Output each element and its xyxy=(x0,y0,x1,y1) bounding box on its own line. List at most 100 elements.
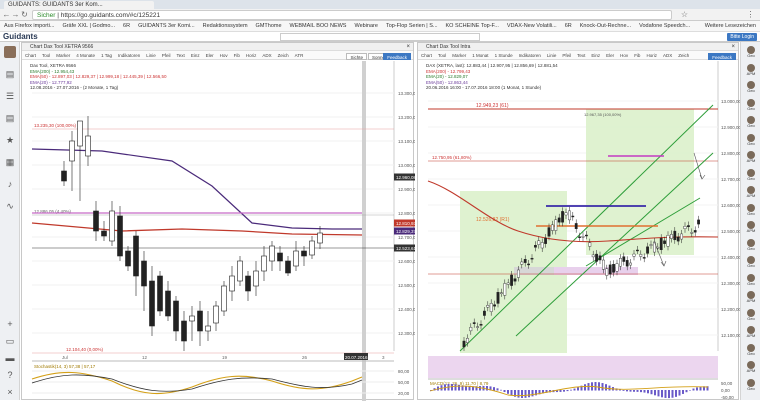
toolbar-item[interactable]: Fib xyxy=(231,51,243,59)
toolbar-item[interactable]: Zeich xyxy=(275,51,292,59)
analyst-avatar[interactable]: APM xyxy=(744,361,758,373)
toolbar-item[interactable]: Hov xyxy=(217,51,231,59)
toolbar-item[interactable]: Text xyxy=(574,51,588,59)
bookmark-item[interactable]: Redaktionssystem xyxy=(199,21,252,31)
toolbar-item[interactable]: Pfeil xyxy=(159,51,174,59)
reload-icon[interactable]: ↻ xyxy=(20,10,29,19)
analyst-avatar[interactable]: Geo xyxy=(744,133,758,146)
toolbar-item[interactable]: 1 Tag xyxy=(98,51,115,59)
toolbar-item[interactable]: Indikatoren xyxy=(516,51,544,59)
analyst-avatar[interactable]: Geo xyxy=(744,203,758,216)
bookmark-item[interactable]: Knock-Out-Rechne... xyxy=(576,21,635,31)
star-icon[interactable]: ★ xyxy=(4,134,16,146)
panel-title: Chart Dax Tool Intra xyxy=(426,44,471,50)
avatar[interactable] xyxy=(4,46,16,58)
analyst-avatar[interactable]: Geo xyxy=(744,378,758,391)
toolbar-item[interactable]: Chart xyxy=(418,51,435,59)
toolbar-item[interactable]: Marker xyxy=(53,51,73,59)
toolbar-item[interactable]: Tool xyxy=(39,51,53,59)
close-icon[interactable]: × xyxy=(4,386,16,398)
star-icon[interactable]: ☆ xyxy=(680,10,689,19)
analyst-avatar[interactable]: APM xyxy=(744,63,758,76)
bookmark-item[interactable]: Webinare xyxy=(350,21,381,31)
toolbar-item[interactable]: Zeich xyxy=(675,51,692,59)
login-button[interactable]: Bitte Login xyxy=(727,33,757,41)
close-icon[interactable]: × xyxy=(723,43,735,51)
search-input[interactable] xyxy=(280,33,480,41)
toolbar-item[interactable]: Eler xyxy=(203,51,217,59)
intraday-chart-canvas[interactable]: 13.000,00 12.900,00 12.800,00 12.700,00 12.6… xyxy=(418,61,740,401)
url-field[interactable]: Sicher | https://go.guidants.com/#c/1252… xyxy=(32,10,672,20)
toolbar-item[interactable]: 1 Stunde xyxy=(492,51,516,59)
bookmark-item[interactable]: 6R xyxy=(119,21,134,31)
browser-tab[interactable]: GUIDANTS: GUIDANTS 3er Kom... xyxy=(4,1,154,9)
feedback-button[interactable]: Feedback xyxy=(708,53,736,60)
toolbar-item[interactable]: Fib xyxy=(631,51,643,59)
close-icon[interactable]: × xyxy=(398,43,410,51)
analyst-avatar[interactable]: Geo xyxy=(744,98,758,111)
bookmarks-more[interactable]: Weitere Lesezeichen xyxy=(705,21,756,31)
analyst-avatar[interactable]: Geo xyxy=(744,273,758,286)
help-icon[interactable]: ? xyxy=(4,369,16,381)
toolbar-item[interactable]: Einz xyxy=(588,51,603,59)
bookmark-item[interactable]: 6R xyxy=(561,21,576,31)
menu-icon[interactable]: ⋮ xyxy=(746,10,755,19)
bookmark-item[interactable]: Vodafone Speedch... xyxy=(635,21,694,31)
toolbar-item[interactable]: Pfeil xyxy=(559,51,574,59)
analyst-avatar[interactable]: Geo xyxy=(744,256,758,268)
daily-chart-canvas[interactable]: 13.300,00 13.200,00 13.100,00 13.000,00 12.9… xyxy=(22,61,415,401)
toolbar-item[interactable]: Text xyxy=(174,51,188,59)
settings-button[interactable]: Sichte xyxy=(346,53,367,60)
toolbar-item[interactable]: Hov xyxy=(617,51,631,59)
toolbar-item[interactable]: 4 Monate xyxy=(73,51,98,59)
list-icon[interactable]: ☰ xyxy=(4,90,16,102)
toolbar-item[interactable]: Indikatoren xyxy=(115,51,143,59)
analyst-avatar[interactable]: APM xyxy=(744,186,758,198)
analyst-avatar[interactable]: APM xyxy=(744,291,758,303)
bookmark-item[interactable]: Aus Firefox importi... xyxy=(0,21,58,31)
chart-icon[interactable]: ▤ xyxy=(4,68,16,80)
toolbar-item[interactable]: 1 Monat xyxy=(469,51,491,59)
feedback-button[interactable]: Feedback xyxy=(383,53,411,60)
toolbar-item[interactable]: ADX xyxy=(660,51,675,59)
analyst-avatar[interactable]: Geo xyxy=(744,343,758,356)
bookmark-item[interactable]: Gräfe XXL | Godmo... xyxy=(58,21,119,31)
toolbar-item[interactable]: Linie xyxy=(544,51,560,59)
toolbar-item[interactable]: Einz xyxy=(188,51,203,59)
toolbar-item[interactable]: Tool xyxy=(435,51,449,59)
bookmark-item[interactable]: GUIDANTS 3er Komi... xyxy=(134,21,199,31)
book-icon[interactable]: ▭ xyxy=(4,335,16,347)
analyst-avatar[interactable]: Geo xyxy=(744,238,758,251)
toolbar-item[interactable]: ATR xyxy=(292,51,307,59)
toolbar-item[interactable]: Chart xyxy=(22,51,39,59)
grid-icon[interactable]: ▦ xyxy=(4,156,16,168)
analyst-avatar[interactable]: Geo xyxy=(744,168,758,181)
analyst-avatar[interactable]: Geo xyxy=(744,46,758,58)
back-icon[interactable]: ← xyxy=(2,10,11,19)
bookmark-item[interactable]: WEBMAIL BOO NEWS xyxy=(286,21,351,31)
bookmark-item[interactable]: VDAX-New Volatili... xyxy=(503,21,561,31)
pulse-icon[interactable]: ∿ xyxy=(4,200,16,212)
toolbar-item[interactable]: Horiz xyxy=(243,51,260,59)
analyst-avatar[interactable]: Geo xyxy=(744,116,758,128)
toolbar-item[interactable]: Horiz xyxy=(643,51,660,59)
plus-icon[interactable]: + xyxy=(4,318,16,330)
analyst-avatar[interactable]: APM xyxy=(744,326,758,338)
forward-icon[interactable]: → xyxy=(11,10,20,19)
analyst-label: APM xyxy=(746,298,756,303)
analyst-avatar[interactable]: APM xyxy=(744,221,758,233)
bookmark-item[interactable]: GMThome xyxy=(252,21,286,31)
analyst-avatar[interactable]: APM xyxy=(744,151,758,163)
bookmark-item[interactable]: Top-Flop Serien | S... xyxy=(382,21,442,31)
analyst-avatar[interactable]: Geo xyxy=(744,308,758,321)
bookmark-item[interactable]: KO SCHEINE Top-F... xyxy=(442,21,503,31)
bell-icon[interactable]: ♪ xyxy=(4,178,16,190)
chart-icon[interactable]: ▤ xyxy=(4,112,16,124)
analyst-avatar[interactable]: Geo xyxy=(744,81,758,93)
toolbar-item[interactable]: Eler xyxy=(603,51,617,59)
toolbar-item[interactable]: ADX xyxy=(259,51,274,59)
toolbar-item[interactable]: Linie xyxy=(143,51,159,59)
candle xyxy=(540,242,544,249)
toolbar-item[interactable]: Marker xyxy=(449,51,469,59)
folder-icon[interactable]: ▬ xyxy=(4,352,16,364)
